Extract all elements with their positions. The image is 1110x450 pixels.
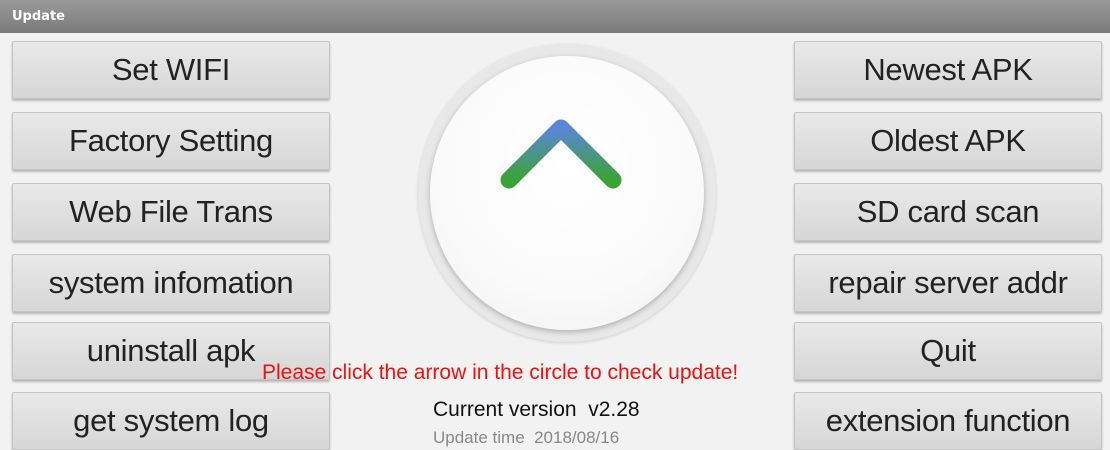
check-update-hint: Please click the arrow in the circle to … [262,361,739,384]
repair-server-addr-button[interactable]: repair server addr [794,254,1102,312]
oldest-apk-button[interactable]: Oldest APK [794,112,1102,170]
window-title: Update [0,0,1110,33]
web-file-trans-button[interactable]: Web File Trans [12,183,330,241]
current-version-label: Current version v2.28 [433,398,640,421]
update-time-label: Update time 2018/08/16 [433,428,620,447]
system-information-button[interactable]: system infomation [12,254,330,312]
get-system-log-button[interactable]: get system log [12,392,330,450]
quit-button[interactable]: Quit [794,322,1102,380]
factory-setting-button[interactable]: Factory Setting [12,112,330,170]
set-wifi-button[interactable]: Set WIFI [12,41,330,99]
sd-card-scan-button[interactable]: SD card scan [794,183,1102,241]
extension-function-button[interactable]: extension function [794,392,1102,450]
newest-apk-button[interactable]: Newest APK [794,41,1102,99]
up-arrow-icon[interactable] [430,56,704,330]
